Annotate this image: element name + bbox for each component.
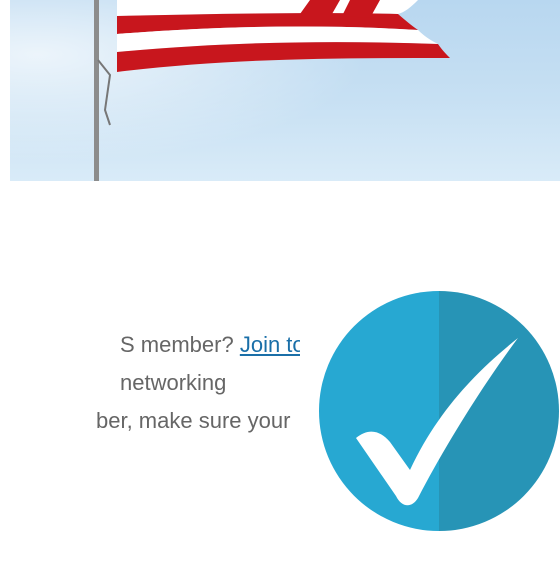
membership-line-2: networking [120, 370, 227, 395]
checkmark-icon [319, 291, 559, 531]
badge-circle-light [319, 291, 439, 531]
flag-illustration [10, 0, 560, 181]
hero-flag-image [10, 0, 560, 181]
flag-pole [94, 0, 99, 181]
membership-question: S member? [120, 332, 240, 357]
checkmark-badge [318, 290, 560, 532]
membership-line-3: ber, make sure your [96, 408, 291, 433]
membership-line-1: S member? Join today [120, 326, 300, 364]
join-today-link[interactable]: Join today [240, 332, 300, 357]
membership-text: S member? Join today networking ber, mak… [0, 326, 300, 446]
